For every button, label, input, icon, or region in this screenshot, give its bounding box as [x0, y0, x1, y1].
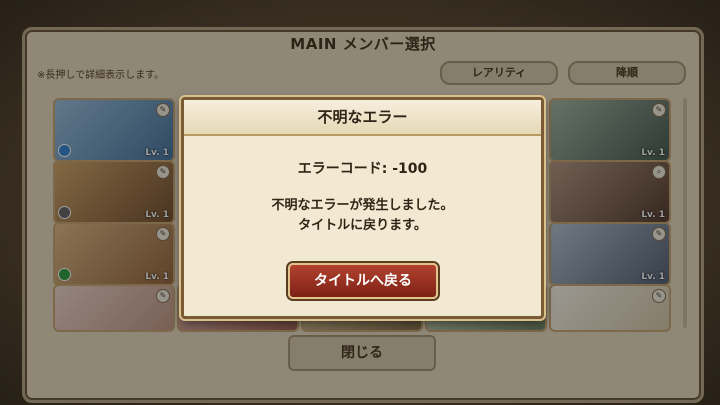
error-message: 不明なエラーが発生しました。 タイトルに戻ります。 [184, 196, 541, 236]
error-code: エラーコード: -100 [297, 161, 428, 177]
error-message-line2: タイトルに戻ります。 [298, 218, 427, 233]
error-message-line1: 不明なエラーが発生しました。 [271, 198, 454, 213]
error-dialog: 不明なエラー エラーコード: -100 不明なエラーが発生しました。 タイトルに… [181, 97, 544, 319]
dialog-title: 不明なエラー [184, 100, 541, 136]
return-to-title-button[interactable]: タイトルへ戻る [288, 263, 438, 299]
